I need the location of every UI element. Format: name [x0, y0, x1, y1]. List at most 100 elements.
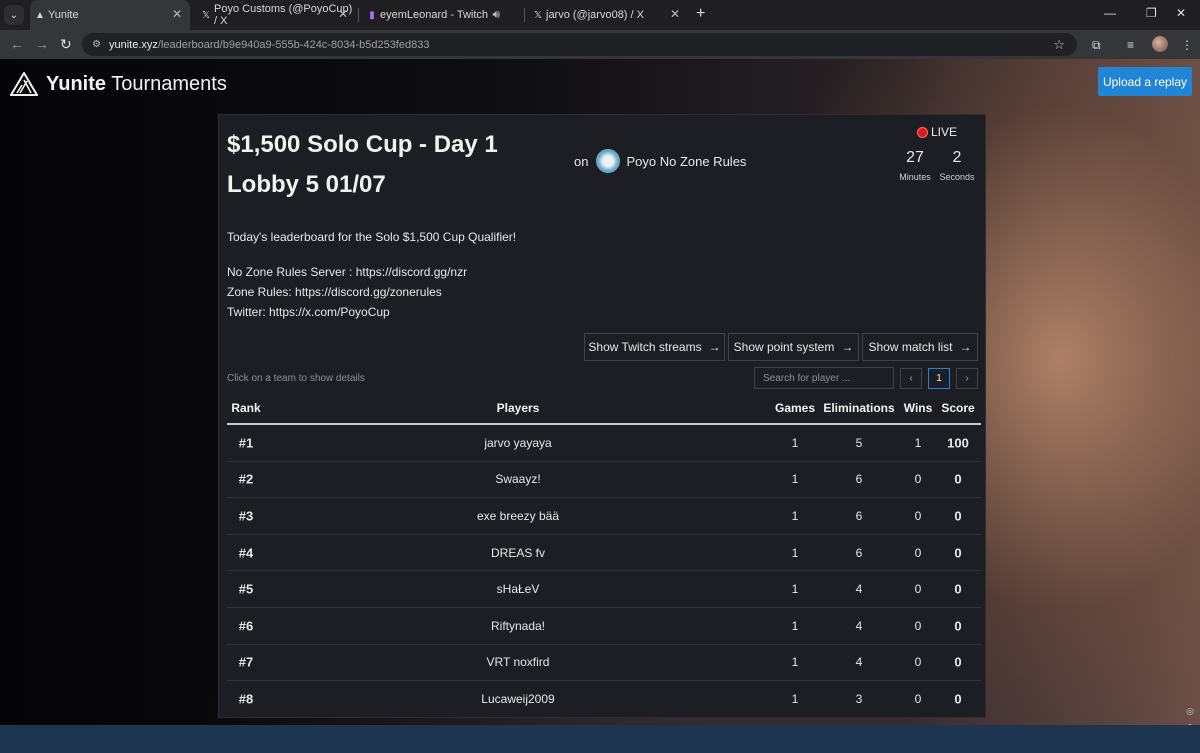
- scroll-up-icon[interactable]: ◎: [1184, 705, 1196, 717]
- player-cell: VRT noxfird: [486, 655, 550, 670]
- wins-cell: 0: [914, 691, 922, 706]
- games-cell: 1: [791, 691, 799, 706]
- brand-rest: Tournaments: [106, 72, 227, 95]
- yunite-logo-icon: [10, 72, 38, 96]
- player-cell: DREAS fv: [490, 545, 546, 560]
- table-row[interactable]: #5 sHaŁeV 1 4 0 0: [227, 571, 981, 608]
- score-cell: 0: [954, 471, 962, 487]
- tab-strip: ⌄ ▲ Yunite ✕ 𝕏 Poyo Customs (@PoyoCup) /…: [0, 0, 1200, 30]
- address-bar[interactable]: ⚙ yunite.xyz/leaderboard/b9e940a9-555b-4…: [82, 33, 1077, 56]
- col-games: Games: [774, 401, 816, 415]
- show-twitch-streams-button[interactable]: Show Twitch streams →: [584, 333, 725, 361]
- toolbar: ← → ↻ ⚙ yunite.xyz/leaderboard/b9e940a9-…: [0, 30, 1200, 59]
- kebab-menu-icon[interactable]: ⋮: [1181, 38, 1193, 52]
- extensions-icon[interactable]: ⧉: [1092, 38, 1101, 53]
- show-match-list-button[interactable]: Show match list →: [862, 333, 978, 361]
- tab-yunite[interactable]: ▲ Yunite ✕: [30, 0, 190, 30]
- description-line: Twitter: https://x.com/PoyoCup: [227, 305, 390, 319]
- tab-search-button[interactable]: ⌄: [4, 5, 24, 25]
- tab-jarvo[interactable]: 𝕏 jarvo (@jarvo08) / X ✕: [528, 0, 688, 30]
- col-wins: Wins: [903, 401, 933, 415]
- table-row[interactable]: #2 Swaayz! 1 6 0 0: [227, 462, 981, 499]
- button-label: Show Twitch streams: [588, 340, 702, 354]
- tab-title: jarvo (@jarvo08) / X: [546, 9, 644, 21]
- table-row[interactable]: #1 jarvo yayaya 1 5 1 100: [227, 425, 981, 462]
- leaderboard-table: Rank Players Games Eliminations Wins Sco…: [227, 393, 981, 717]
- profile-avatar[interactable]: [1152, 36, 1168, 52]
- upload-replay-button[interactable]: Upload a replay: [1098, 67, 1192, 96]
- tab-poyo-customs[interactable]: 𝕏 Poyo Customs (@PoyoCup) / X ✕: [196, 0, 356, 30]
- close-icon[interactable]: ✕: [172, 7, 182, 21]
- bookmark-star-icon[interactable]: ☆: [1053, 37, 1065, 53]
- table-row[interactable]: #6 Riftynada! 1 4 0 0: [227, 608, 981, 645]
- eliminations-cell: 6: [855, 472, 863, 487]
- rank-cell: #3: [238, 508, 254, 524]
- next-page-button[interactable]: ›: [956, 368, 978, 389]
- organizer-link[interactable]: on Poyo No Zone Rules: [574, 149, 746, 173]
- close-icon[interactable]: ✕: [338, 7, 348, 21]
- page-title: $1,500 Solo Cup - Day 1 Lobby 5 01/07: [227, 131, 498, 198]
- media-controls-icon[interactable]: ≡: [1127, 38, 1134, 52]
- yunite-logo[interactable]: Yunite Tournaments: [10, 72, 227, 96]
- eliminations-cell: 4: [855, 582, 863, 597]
- rank-cell: #6: [238, 618, 254, 634]
- speaker-icon[interactable]: 🔊︎: [492, 7, 500, 22]
- restore-icon[interactable]: ❐: [1146, 6, 1157, 20]
- col-eliminations: Eliminations: [823, 401, 895, 415]
- seconds-value: 2: [952, 149, 962, 166]
- player-cell: Swaayz!: [495, 472, 541, 487]
- table-row[interactable]: #7 VRT noxfird 1 4 0 0: [227, 645, 981, 682]
- live-label: LIVE: [931, 125, 958, 139]
- wins-cell: 0: [914, 582, 922, 597]
- table-body: #1 jarvo yayaya 1 5 1 100 #2 Swaayz! 1 6 0 0 #3 exe b…: [227, 425, 981, 717]
- score-cell: 0: [954, 508, 962, 524]
- player-cell: Riftynada!: [490, 618, 546, 633]
- table-row[interactable]: #3 exe breezy bää 1 6 0 0: [227, 498, 981, 535]
- tab-separator: [358, 8, 359, 22]
- button-label: Show match list: [868, 340, 953, 354]
- site-info-icon[interactable]: ⚙: [92, 39, 101, 50]
- rank-cell: #8: [238, 691, 254, 707]
- page-1-button[interactable]: 1: [928, 368, 950, 389]
- wins-cell: 0: [914, 545, 922, 560]
- table-row[interactable]: #4 DREAS fv 1 6 0 0: [227, 535, 981, 572]
- tab-twitch[interactable]: ▮ eyemLeonard - Twitch 🔊︎: [362, 0, 522, 30]
- player-cell: sHaŁeV: [496, 582, 540, 597]
- yunite-icon: ▲: [35, 9, 45, 21]
- score-cell: 0: [954, 691, 962, 707]
- wins-cell: 1: [914, 435, 922, 450]
- show-point-system-button[interactable]: Show point system →: [728, 333, 859, 361]
- wins-cell: 0: [914, 618, 922, 633]
- back-arrow-icon[interactable]: ←: [10, 36, 24, 52]
- organizer-logo: [596, 149, 621, 173]
- wins-cell: 0: [914, 472, 922, 487]
- player-search-input[interactable]: Search for player ...: [754, 367, 894, 389]
- minimize-icon[interactable]: —: [1104, 6, 1116, 20]
- x-icon: 𝕏: [201, 9, 211, 21]
- player-cell: jarvo yayaya: [484, 435, 552, 450]
- forward-arrow-icon[interactable]: →: [35, 36, 49, 52]
- prev-page-button[interactable]: ‹: [900, 368, 922, 389]
- close-icon[interactable]: ✕: [670, 7, 680, 21]
- eliminations-cell: 4: [855, 655, 863, 670]
- tab-title: eyemLeonard - Twitch: [380, 9, 489, 21]
- page-background: Yunite Tournaments Upload a replay $1,50…: [0, 59, 1200, 725]
- x-icon: 𝕏: [533, 9, 543, 21]
- leaderboard-card: $1,500 Solo Cup - Day 1 Lobby 5 01/07 on…: [218, 114, 986, 718]
- taskbar: [0, 725, 1200, 753]
- minutes-label: Minutes: [899, 172, 931, 182]
- reload-icon[interactable]: ↻: [60, 36, 72, 53]
- table-row[interactable]: #8 Lucaweij2009 1 3 0 0: [227, 681, 981, 717]
- score-cell: 0: [954, 618, 962, 634]
- games-cell: 1: [791, 545, 799, 560]
- player-cell: Lucaweij2009: [481, 691, 555, 706]
- table-hint: Click on a team to show details: [227, 373, 365, 384]
- new-tab-plus-icon[interactable]: +: [696, 5, 705, 23]
- window-close-icon[interactable]: ✕: [1176, 6, 1186, 20]
- countdown-minutes: 27 Minutes: [899, 149, 931, 185]
- tab-separator: [524, 8, 525, 22]
- wins-cell: 0: [914, 508, 922, 523]
- minutes-value: 27: [906, 149, 924, 166]
- rank-cell: #4: [238, 545, 254, 561]
- url-path: /leaderboard/b9e940a9-555b-424c-8034-b5d…: [157, 38, 430, 51]
